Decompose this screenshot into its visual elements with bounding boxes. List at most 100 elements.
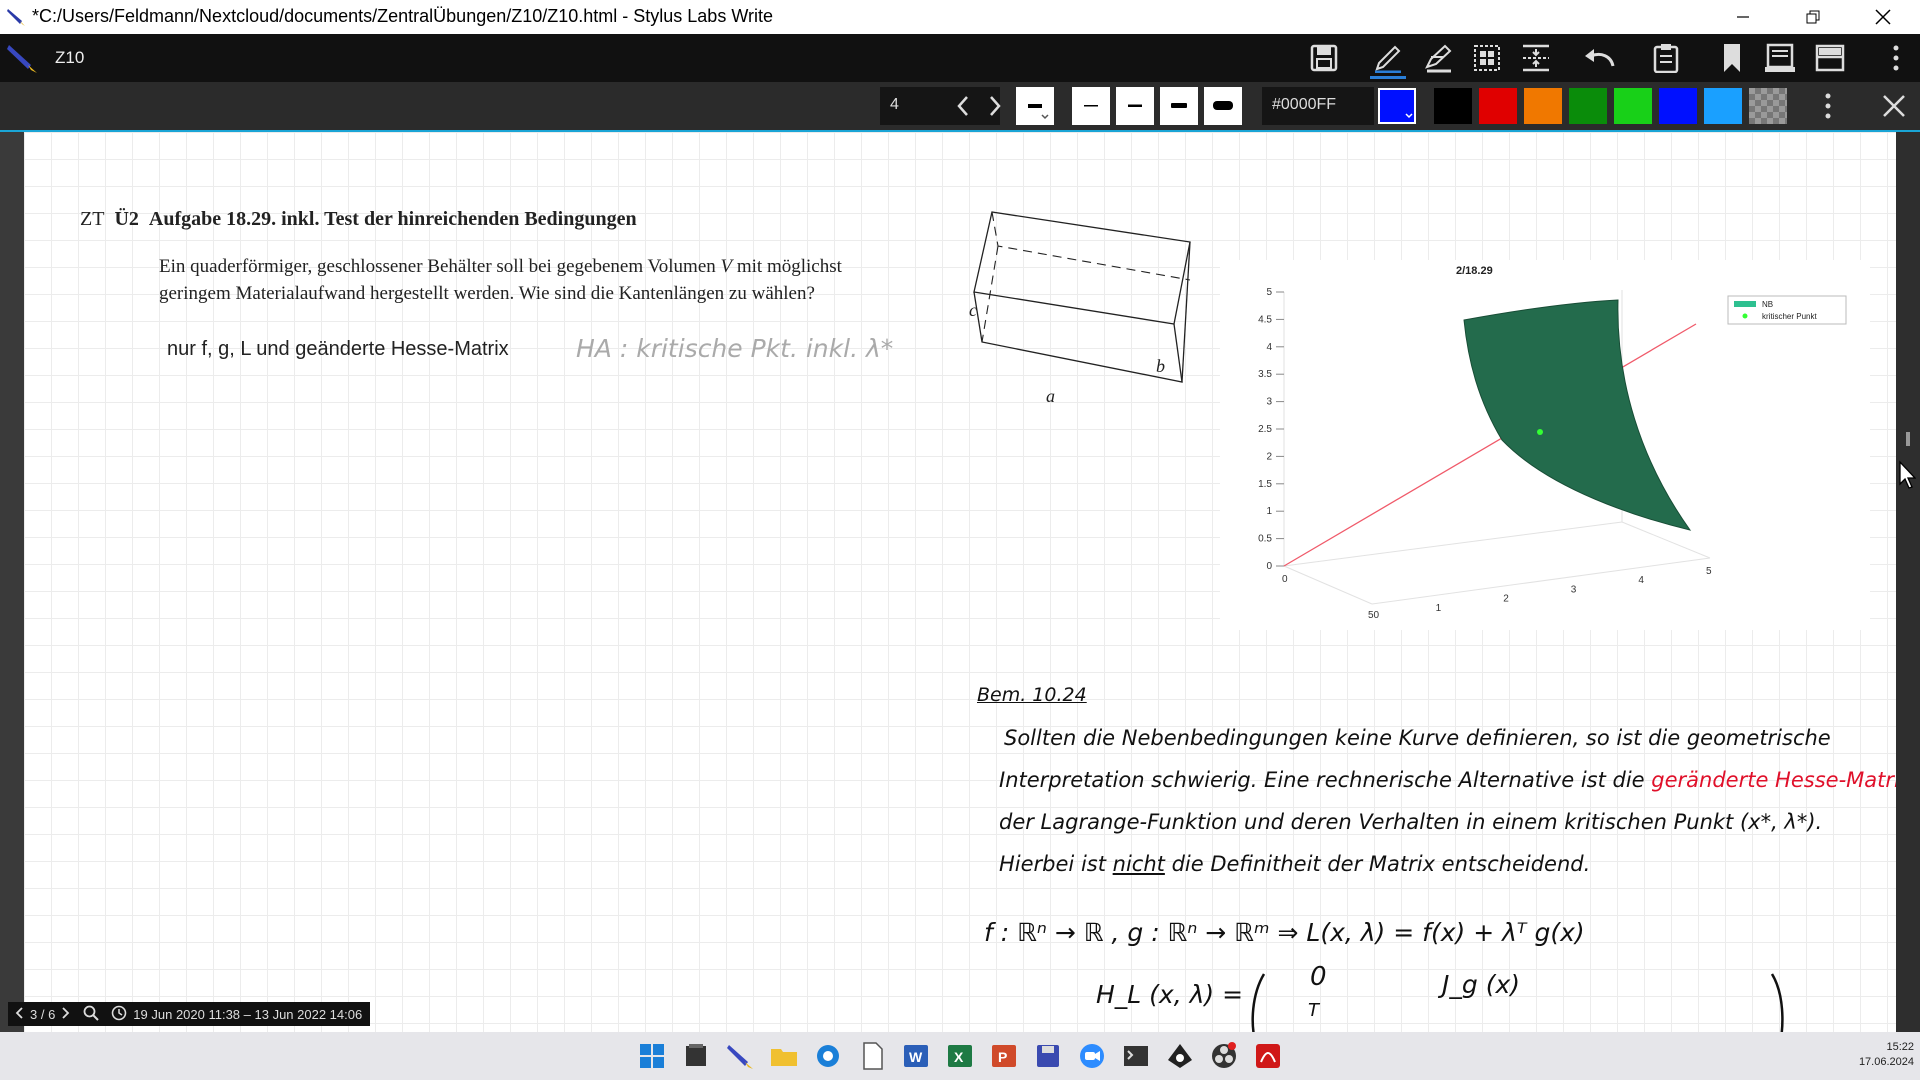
remark-line1: Sollten die Nebenbedingungen keine Kurve… bbox=[1004, 726, 1831, 750]
taskbar-app-button[interactable] bbox=[1076, 1040, 1108, 1072]
next-page-button[interactable] bbox=[986, 94, 1004, 123]
search-button[interactable] bbox=[83, 1005, 100, 1024]
x-tick-label: 1 bbox=[1436, 603, 1442, 614]
color-hex-input[interactable] bbox=[1270, 95, 1374, 115]
taskbar-app-button[interactable] bbox=[1164, 1040, 1196, 1072]
taskbar-app-button[interactable] bbox=[856, 1040, 888, 1072]
taskbar-app-button[interactable]: W bbox=[900, 1040, 932, 1072]
undo-button[interactable] bbox=[1582, 40, 1618, 76]
select-tool-button[interactable] bbox=[1469, 40, 1505, 76]
color-swatch[interactable] bbox=[1749, 88, 1787, 124]
minimize-button[interactable] bbox=[1720, 0, 1766, 34]
pen-width-dropdown[interactable] bbox=[1016, 87, 1054, 125]
color-swatch[interactable] bbox=[1614, 88, 1652, 124]
width-option-1[interactable] bbox=[1072, 87, 1110, 125]
close-window-button[interactable] bbox=[1860, 0, 1906, 34]
width-option-2[interactable] bbox=[1116, 87, 1154, 125]
matrix-zero: 0 bbox=[1310, 962, 1327, 992]
svg-text:X: X bbox=[954, 1049, 964, 1065]
chevron-left-icon bbox=[15, 1006, 23, 1019]
matrix-transpose: T bbox=[1308, 1000, 1319, 1021]
restore-icon bbox=[1806, 10, 1820, 24]
dropdown-arrow-icon bbox=[1405, 113, 1413, 119]
highlighter-tool-button[interactable] bbox=[1420, 40, 1456, 76]
menu-button[interactable] bbox=[4, 40, 40, 76]
z-tick-label: 1.5 bbox=[1258, 479, 1272, 490]
color-swatch[interactable] bbox=[1704, 88, 1742, 124]
page-number-field[interactable] bbox=[880, 87, 1000, 125]
page-setup-button[interactable] bbox=[1762, 40, 1798, 76]
view-layout-button[interactable] bbox=[1812, 40, 1848, 76]
page-number-input[interactable] bbox=[888, 95, 942, 115]
more-icon bbox=[1893, 45, 1899, 71]
color-swatch[interactable] bbox=[1659, 88, 1697, 124]
status-next-button[interactable] bbox=[61, 1006, 71, 1023]
terminal-icon bbox=[1124, 1046, 1148, 1066]
edge-label-a: a bbox=[1046, 386, 1055, 406]
search-icon bbox=[83, 1005, 100, 1021]
color-hex-field[interactable] bbox=[1262, 87, 1374, 125]
color-swatch[interactable] bbox=[1524, 88, 1562, 124]
current-color-dropdown[interactable] bbox=[1378, 88, 1416, 124]
text-segment: Interpretation schwierig. Eine rechneris… bbox=[999, 768, 1645, 792]
taskbar-app-button[interactable] bbox=[768, 1040, 800, 1072]
mouse-cursor-icon bbox=[1899, 460, 1916, 489]
exercise-text-line2: geringem Materialaufwand hergestellt wer… bbox=[159, 283, 815, 304]
floppy-icon bbox=[1037, 1045, 1059, 1067]
clock-icon bbox=[111, 1005, 127, 1020]
vertical-scrollbar[interactable] bbox=[1896, 132, 1920, 1032]
critical-point-marker bbox=[1537, 429, 1543, 435]
bookmark-icon bbox=[1724, 44, 1740, 72]
taskbar-app-button[interactable] bbox=[1120, 1040, 1152, 1072]
window-title: *C:/Users/Feldmann/Nextcloud/documents/Z… bbox=[32, 6, 773, 26]
taskbar-app-button[interactable] bbox=[1252, 1040, 1284, 1072]
main-toolbar: Z10 bbox=[0, 34, 1920, 82]
remark-line3: der Lagrange-Funktion und deren Verhalte… bbox=[999, 810, 1823, 834]
scrollbar-thumb[interactable] bbox=[1906, 432, 1910, 446]
document-name: Z10 bbox=[55, 48, 85, 67]
hessian-matrix-brackets bbox=[1251, 973, 1784, 1032]
system-clock[interactable]: 15:22 17.06.2024 bbox=[1824, 1040, 1914, 1070]
taskbar-app-button[interactable] bbox=[1032, 1040, 1064, 1072]
restore-button[interactable] bbox=[1790, 0, 1836, 34]
remark-line2: Interpretation schwierig. Eine rechneris… bbox=[999, 768, 1896, 792]
taskbar-app-button[interactable] bbox=[1208, 1040, 1240, 1072]
prev-page-button[interactable] bbox=[954, 94, 972, 123]
left-tick-0: 0 bbox=[1282, 574, 1288, 585]
color-swatch[interactable] bbox=[1434, 88, 1472, 124]
pen-icon bbox=[1375, 45, 1401, 73]
z-tick-label: 0 bbox=[1266, 561, 1272, 572]
svg-text:W: W bbox=[909, 1049, 923, 1065]
taskbar-app-button[interactable] bbox=[636, 1040, 668, 1072]
text-segment: die Definitheit der Matrix entscheidend. bbox=[1171, 852, 1591, 876]
x-tick-label: 5 bbox=[1706, 566, 1712, 577]
width-option-3[interactable] bbox=[1160, 87, 1198, 125]
x-tick-label: 4 bbox=[1638, 575, 1644, 586]
insert-space-button[interactable] bbox=[1518, 40, 1554, 76]
taskbar-app-button[interactable]: X bbox=[944, 1040, 976, 1072]
more-icon bbox=[1825, 93, 1831, 119]
close-icon bbox=[1875, 9, 1891, 25]
width-option-4[interactable] bbox=[1204, 87, 1242, 125]
close-penbar-button[interactable] bbox=[1882, 94, 1906, 123]
taskbar-app-button[interactable] bbox=[812, 1040, 844, 1072]
clipboard-button[interactable] bbox=[1648, 40, 1684, 76]
bookmark-button[interactable] bbox=[1714, 40, 1750, 76]
color-swatch[interactable] bbox=[1569, 88, 1607, 124]
document-canvas[interactable]: ZT Ü2 Aufgabe 18.29. inkl. Test der hinr… bbox=[24, 132, 1896, 1032]
pen-tool-button[interactable] bbox=[1370, 40, 1406, 79]
color-swatch[interactable] bbox=[1479, 88, 1517, 124]
taskbar-app-button[interactable]: P bbox=[988, 1040, 1020, 1072]
formula-hessian-lhs: H_L (x, λ) = bbox=[1096, 980, 1244, 1009]
status-prev-button[interactable] bbox=[14, 1006, 24, 1023]
minimize-icon bbox=[1737, 16, 1749, 18]
acrobat-icon bbox=[1256, 1044, 1280, 1068]
save-button[interactable] bbox=[1306, 40, 1342, 76]
taskbar-app-button[interactable] bbox=[724, 1040, 756, 1072]
pen-more-button[interactable] bbox=[1824, 92, 1832, 125]
heading-text: Aufgabe 18.29. inkl. Test der hinreichen… bbox=[148, 208, 637, 230]
inkscape-icon bbox=[1168, 1044, 1192, 1068]
taskbar-app-button[interactable] bbox=[680, 1040, 712, 1072]
more-menu-button[interactable] bbox=[1878, 40, 1914, 76]
x-tick-label: 3 bbox=[1571, 584, 1577, 595]
